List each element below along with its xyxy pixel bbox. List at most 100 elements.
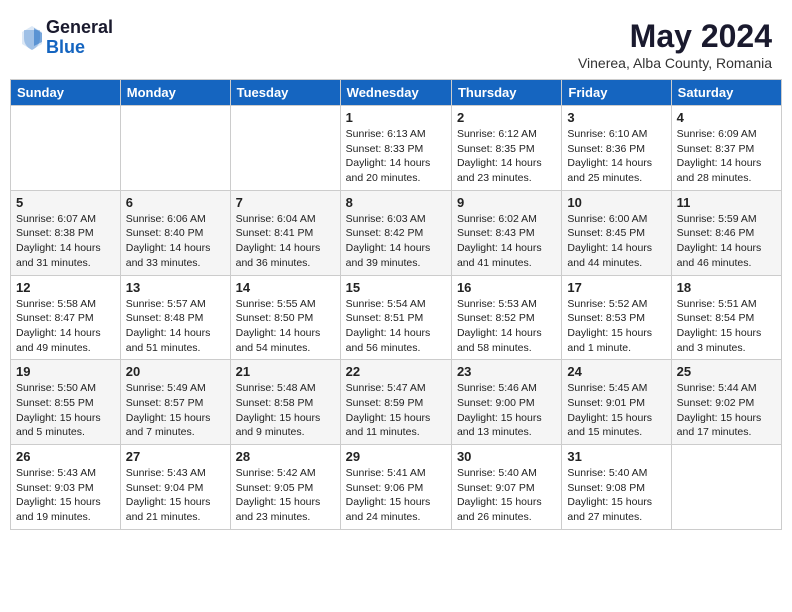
day-number: 24 (567, 364, 665, 379)
cell-info: Sunrise: 5:55 AM Sunset: 8:50 PM Dayligh… (236, 297, 335, 356)
day-number: 3 (567, 110, 665, 125)
calendar-cell (11, 106, 121, 191)
calendar-cell: 8Sunrise: 6:03 AM Sunset: 8:42 PM Daylig… (340, 190, 451, 275)
month-title: May 2024 (578, 18, 772, 55)
cell-info: Sunrise: 5:51 AM Sunset: 8:54 PM Dayligh… (677, 297, 776, 356)
cell-info: Sunrise: 5:43 AM Sunset: 9:03 PM Dayligh… (16, 466, 115, 525)
weekday-header-tuesday: Tuesday (230, 80, 340, 106)
calendar-cell: 1 Sunrise: 6:13 AM Sunset: 8:33 PM Daylig… (340, 106, 451, 191)
calendar-cell: 16Sunrise: 5:53 AM Sunset: 8:52 PM Dayli… (451, 275, 561, 360)
calendar-cell: 21 Sunrise: 5:48 AM Sunset: 8:58 PM Dayli… (230, 360, 340, 445)
cell-info: Sunrise: 5:46 AM Sunset: 9:00 PM Dayligh… (457, 381, 556, 440)
logo-blue-text: Blue (46, 38, 113, 58)
weekday-header-sunday: Sunday (11, 80, 121, 106)
calendar-week-row-2: 5Sunrise: 6:07 AM Sunset: 8:38 PM Daylig… (11, 190, 782, 275)
calendar-cell: 19 Sunrise: 5:50 AM Sunset: 8:55 PM Dayli… (11, 360, 121, 445)
calendar-cell: 29 Sunrise: 5:41 AM Sunset: 9:06 PM Dayli… (340, 445, 451, 530)
day-number: 30 (457, 449, 556, 464)
calendar-week-row-3: 12Sunrise: 5:58 AM Sunset: 8:47 PM Dayli… (11, 275, 782, 360)
calendar-cell: 20 Sunrise: 5:49 AM Sunset: 8:57 PM Dayli… (120, 360, 230, 445)
calendar-cell: 2 Sunrise: 6:12 AM Sunset: 8:35 PM Daylig… (451, 106, 561, 191)
cell-info: Sunrise: 5:40 AM Sunset: 9:07 PM Dayligh… (457, 466, 556, 525)
location-subtitle: Vinerea, Alba County, Romania (578, 55, 772, 71)
day-number: 5 (16, 195, 115, 210)
cell-info: Sunrise: 5:52 AM Sunset: 8:53 PM Dayligh… (567, 297, 665, 356)
calendar-week-row-4: 19 Sunrise: 5:50 AM Sunset: 8:55 PM Dayli… (11, 360, 782, 445)
calendar-cell: 11Sunrise: 5:59 AM Sunset: 8:46 PM Dayli… (671, 190, 781, 275)
cell-info: Sunrise: 5:49 AM Sunset: 8:57 PM Dayligh… (126, 381, 225, 440)
day-number: 21 (236, 364, 335, 379)
day-number: 14 (236, 280, 335, 295)
cell-info: Sunrise: 6:12 AM Sunset: 8:35 PM Dayligh… (457, 127, 556, 186)
calendar-cell: 10Sunrise: 6:00 AM Sunset: 8:45 PM Dayli… (562, 190, 671, 275)
weekday-header-thursday: Thursday (451, 80, 561, 106)
day-number: 6 (126, 195, 225, 210)
cell-info: Sunrise: 5:50 AM Sunset: 8:55 PM Dayligh… (16, 381, 115, 440)
day-number: 19 (16, 364, 115, 379)
day-number: 15 (346, 280, 446, 295)
calendar-cell (230, 106, 340, 191)
day-number: 12 (16, 280, 115, 295)
day-number: 7 (236, 195, 335, 210)
cell-info: Sunrise: 5:41 AM Sunset: 9:06 PM Dayligh… (346, 466, 446, 525)
day-number: 27 (126, 449, 225, 464)
day-number: 9 (457, 195, 556, 210)
cell-info: Sunrise: 6:04 AM Sunset: 8:41 PM Dayligh… (236, 212, 335, 271)
day-number: 28 (236, 449, 335, 464)
weekday-header-friday: Friday (562, 80, 671, 106)
cell-info: Sunrise: 6:00 AM Sunset: 8:45 PM Dayligh… (567, 212, 665, 271)
cell-info: Sunrise: 6:13 AM Sunset: 8:33 PM Dayligh… (346, 127, 446, 186)
day-number: 26 (16, 449, 115, 464)
cell-info: Sunrise: 6:10 AM Sunset: 8:36 PM Dayligh… (567, 127, 665, 186)
calendar-cell: 30 Sunrise: 5:40 AM Sunset: 9:07 PM Dayli… (451, 445, 561, 530)
cell-info: Sunrise: 5:40 AM Sunset: 9:08 PM Dayligh… (567, 466, 665, 525)
cell-info: Sunrise: 5:47 AM Sunset: 8:59 PM Dayligh… (346, 381, 446, 440)
calendar-cell: 6 Sunrise: 6:06 AM Sunset: 8:40 PM Daylig… (120, 190, 230, 275)
calendar-cell: 5Sunrise: 6:07 AM Sunset: 8:38 PM Daylig… (11, 190, 121, 275)
calendar-week-row-5: 26 Sunrise: 5:43 AM Sunset: 9:03 PM Dayli… (11, 445, 782, 530)
calendar-cell: 28 Sunrise: 5:42 AM Sunset: 9:05 PM Dayli… (230, 445, 340, 530)
cell-info: Sunrise: 5:42 AM Sunset: 9:05 PM Dayligh… (236, 466, 335, 525)
cell-info: Sunrise: 5:48 AM Sunset: 8:58 PM Dayligh… (236, 381, 335, 440)
day-number: 2 (457, 110, 556, 125)
day-number: 11 (677, 195, 776, 210)
calendar-cell: 12Sunrise: 5:58 AM Sunset: 8:47 PM Dayli… (11, 275, 121, 360)
day-number: 20 (126, 364, 225, 379)
cell-info: Sunrise: 5:45 AM Sunset: 9:01 PM Dayligh… (567, 381, 665, 440)
day-number: 29 (346, 449, 446, 464)
day-number: 17 (567, 280, 665, 295)
calendar-cell: 3 Sunrise: 6:10 AM Sunset: 8:36 PM Daylig… (562, 106, 671, 191)
cell-info: Sunrise: 5:57 AM Sunset: 8:48 PM Dayligh… (126, 297, 225, 356)
calendar-cell: 15Sunrise: 5:54 AM Sunset: 8:51 PM Dayli… (340, 275, 451, 360)
calendar-cell: 31 Sunrise: 5:40 AM Sunset: 9:08 PM Dayli… (562, 445, 671, 530)
page-header: General Blue May 2024 Vinerea, Alba Coun… (10, 10, 782, 75)
title-block: May 2024 Vinerea, Alba County, Romania (578, 18, 772, 71)
logo: General Blue (20, 18, 113, 58)
logo-general-text: General (46, 18, 113, 38)
day-number: 13 (126, 280, 225, 295)
logo-icon (20, 24, 44, 52)
day-number: 22 (346, 364, 446, 379)
calendar-cell (120, 106, 230, 191)
calendar-cell: 4Sunrise: 6:09 AM Sunset: 8:37 PM Daylig… (671, 106, 781, 191)
day-number: 16 (457, 280, 556, 295)
cell-info: Sunrise: 6:06 AM Sunset: 8:40 PM Dayligh… (126, 212, 225, 271)
day-number: 4 (677, 110, 776, 125)
day-number: 1 (346, 110, 446, 125)
calendar-week-row-1: 1 Sunrise: 6:13 AM Sunset: 8:33 PM Daylig… (11, 106, 782, 191)
calendar-cell: 25Sunrise: 5:44 AM Sunset: 9:02 PM Dayli… (671, 360, 781, 445)
calendar-cell: 18 Sunrise: 5:51 AM Sunset: 8:54 PM Dayli… (671, 275, 781, 360)
calendar-cell (671, 445, 781, 530)
weekday-header-wednesday: Wednesday (340, 80, 451, 106)
calendar-cell: 14 Sunrise: 5:55 AM Sunset: 8:50 PM Dayli… (230, 275, 340, 360)
weekday-header-saturday: Saturday (671, 80, 781, 106)
weekday-header-row: SundayMondayTuesdayWednesdayThursdayFrid… (11, 80, 782, 106)
calendar-cell: 24 Sunrise: 5:45 AM Sunset: 9:01 PM Dayli… (562, 360, 671, 445)
calendar-cell: 13 Sunrise: 5:57 AM Sunset: 8:48 PM Dayli… (120, 275, 230, 360)
day-number: 31 (567, 449, 665, 464)
calendar-table: SundayMondayTuesdayWednesdayThursdayFrid… (10, 79, 782, 530)
day-number: 18 (677, 280, 776, 295)
calendar-cell: 23Sunrise: 5:46 AM Sunset: 9:00 PM Dayli… (451, 360, 561, 445)
day-number: 25 (677, 364, 776, 379)
cell-info: Sunrise: 6:02 AM Sunset: 8:43 PM Dayligh… (457, 212, 556, 271)
